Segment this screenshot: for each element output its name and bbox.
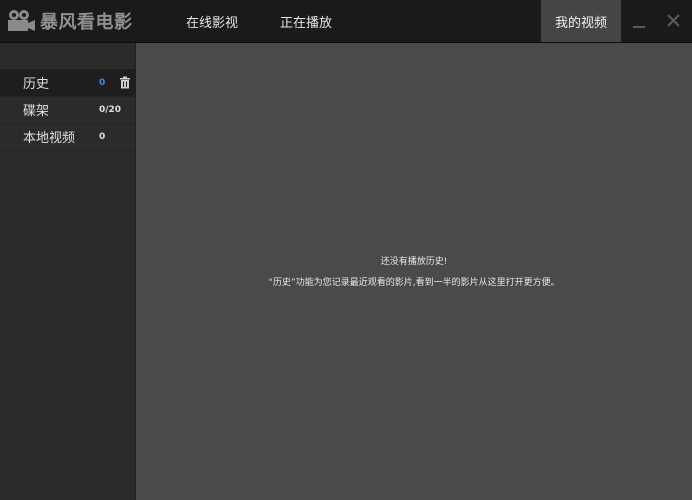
close-icon[interactable] (660, 8, 686, 34)
sidebar-item-history[interactable]: 历史 0 (0, 69, 135, 97)
sidebar: 历史 0 碟架 0/20 本地视频 0 (0, 43, 136, 500)
title-bar: 暴风看电影 在线影视 正在播放 我的视频 (0, 0, 692, 43)
trash-icon[interactable] (119, 76, 131, 89)
sidebar-item-disc-shelf[interactable]: 碟架 0/20 (0, 96, 135, 124)
minimize-icon[interactable] (626, 8, 652, 34)
history-count: 0 (99, 77, 106, 88)
top-nav: 在线影视 正在播放 (172, 0, 360, 42)
app-brand: 暴风看电影 (40, 12, 133, 33)
disc-shelf-count: 0/20 (99, 104, 122, 115)
sidebar-item-label: 历史 (23, 77, 50, 92)
local-video-count: 0 (99, 131, 106, 142)
empty-state-title: 还没有播放历史! (380, 257, 448, 267)
tab-my-videos[interactable]: 我的视频 (541, 0, 621, 42)
content-area: 还没有播放历史! “历史”功能为您记录最近观看的影片,看到一半的影片从这里打开更… (136, 43, 692, 500)
sidebar-item-local-video[interactable]: 本地视频 0 (0, 123, 135, 151)
app-logo: 暴风看电影 (6, 6, 136, 36)
film-camera-icon (8, 10, 35, 31)
tab-now-playing[interactable]: 正在播放 (280, 12, 332, 31)
sidebar-item-label: 本地视频 (23, 131, 76, 146)
empty-state-description: “历史”功能为您记录最近观看的影片,看到一半的影片从这里打开更方便。 (268, 278, 560, 288)
tab-online-video[interactable]: 在线影视 (186, 12, 238, 31)
sidebar-item-label: 碟架 (23, 104, 50, 119)
